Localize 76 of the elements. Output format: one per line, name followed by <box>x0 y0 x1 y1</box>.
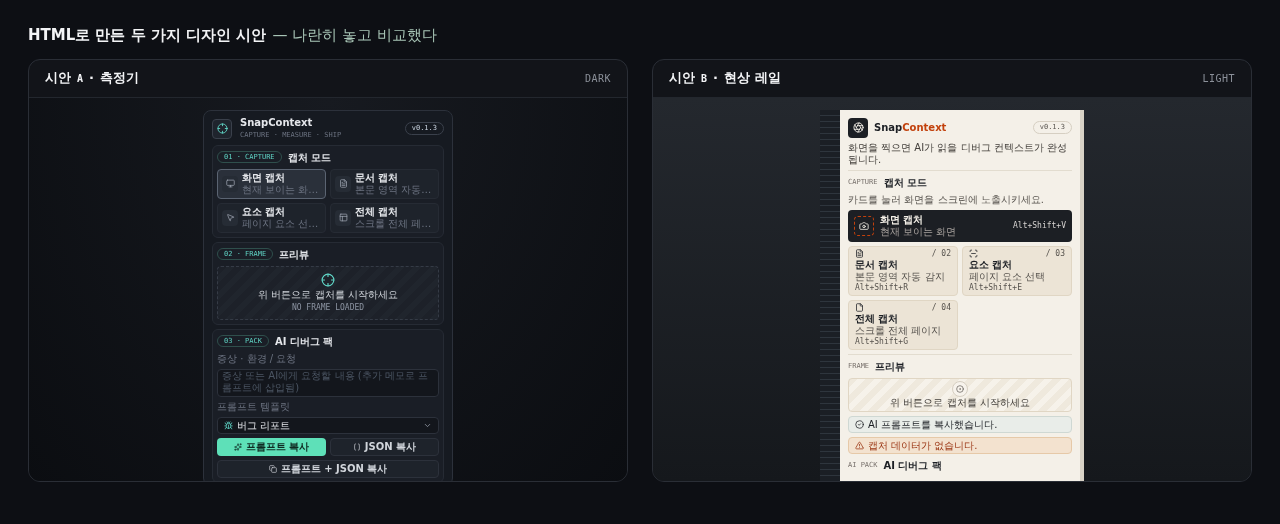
intro-text: 화면을 찍으면 AI가 읽을 디버그 컨텍스트가 완성됩니다. <box>848 141 1072 171</box>
copy-button[interactable]: 프롬프트 + JSON 복사 <box>217 459 439 478</box>
capture-mode-card[interactable]: 전체 캡처 스크롤 전체 페… <box>330 202 439 233</box>
page-heading: HTML로 만든 두 가지 디자인 시안 <box>28 25 267 46</box>
target-icon <box>952 380 968 397</box>
capture-mode-card[interactable]: / 02 문서 캡처 본문 영역 자동 감지 Alt+Shift+R <box>848 245 958 296</box>
camera-icon <box>854 215 874 236</box>
toast-message: AI 프롬프트를 복사했습니다. <box>848 415 1072 433</box>
app-name: SnapContext <box>874 121 948 135</box>
app-name: SnapContext <box>240 116 314 129</box>
button-icon <box>268 464 277 473</box>
mode-title: 전체 캡처 <box>855 312 900 325</box>
preview-message: 위 버튼으로 캡처를 시작하세요 <box>258 288 398 301</box>
capture-mode-card[interactable]: 문서 캡처 본문 영역 자동… <box>330 168 439 199</box>
shortcut-label: Alt+Shift+R <box>855 282 909 293</box>
capture-mode-card[interactable]: 요소 캡처 페이지 요소 선… <box>217 202 326 233</box>
mode-icon <box>222 175 238 192</box>
copy-button[interactable]: 프롬프트 복사 <box>217 437 326 456</box>
mode-icon <box>855 249 864 258</box>
mode-index: / 04 <box>931 302 951 313</box>
preview-status: NO FRAME LOADED <box>291 302 365 313</box>
preview-message: 위 버튼으로 캡처를 시작하세요 <box>890 396 1030 409</box>
mode-title: 문서 캡처 <box>355 171 400 184</box>
mode-title: 화면 캡처 <box>242 171 287 184</box>
section-title: 프리뷰 <box>279 247 310 262</box>
shortcut-label: Alt+Shift+G <box>855 336 909 347</box>
mode-icon <box>855 303 864 312</box>
field-label: 증상 · 환경 / 요청 <box>217 352 298 365</box>
mode-icon <box>335 175 351 192</box>
logo-icon <box>212 118 232 139</box>
check-circle-icon <box>855 419 864 429</box>
section-title: 캡처 모드 <box>287 150 332 165</box>
mode-index: / 02 <box>931 248 951 259</box>
button-icon <box>352 442 361 451</box>
mode-title: 문서 캡처 <box>855 258 900 271</box>
capture-hint: 카드를 눌러 화면을 스크린에 노출시키세요. <box>848 193 1045 206</box>
copy-button[interactable]: JSON 복사 <box>330 437 439 456</box>
mode-title: 요소 캡처 <box>969 258 1014 271</box>
capture-mode-card[interactable]: / 04 전체 캡처 스크롤 전체 페이지 Alt+Shift+G <box>848 299 958 350</box>
theme-label: LIGHT <box>1202 71 1235 86</box>
theme-label: DARK <box>584 71 611 86</box>
capture-mode-card[interactable]: / 03 요소 캡처 페이지 요소 선택 Alt+Shift+E <box>962 245 1072 296</box>
shortcut-label: Alt+Shift+E <box>969 282 1023 293</box>
field-label: 프롬프트 템플릿 <box>217 400 292 413</box>
shortcut-label: Alt+Shift+V <box>1013 219 1066 232</box>
mode-icon <box>222 209 238 226</box>
section-title: 프리뷰 <box>875 359 906 374</box>
section-title: 캡처 모드 <box>883 175 927 190</box>
mode-description: 페이지 요소 선택 <box>969 270 1047 283</box>
mode-description: 본문 영역 자동 감지 <box>855 270 946 283</box>
mode-index: / 03 <box>1045 248 1065 259</box>
mode-title: 화면 캡처 <box>880 213 925 226</box>
warning-icon <box>855 440 864 450</box>
logo-icon <box>848 117 868 138</box>
section-title: AI 디버그 팩 <box>883 458 942 473</box>
mode-title: 전체 캡처 <box>355 205 400 218</box>
mode-icon <box>969 249 978 258</box>
page-subheading: — 나란히 놓고 비교했다 <box>272 25 437 46</box>
mode-title: 요소 캡처 <box>242 205 287 218</box>
mode-description: 스크롤 전체 페이지 <box>855 324 943 337</box>
target-icon <box>321 272 335 287</box>
template-select[interactable]: 버그 리포트 <box>217 416 439 434</box>
mode-description: 페이지 요소 선… <box>242 217 319 230</box>
toast-message: 캡처 데이터가 없습니다. <box>848 436 1072 454</box>
mode-description: 본문 영역 자동… <box>355 183 432 196</box>
mode-description: 스크롤 전체 페… <box>355 217 432 230</box>
mode-description: 현재 보이는 화… <box>242 183 319 196</box>
mode-description: 현재 보이는 화면 <box>880 225 958 238</box>
panel-title: 시안 A · 측정기 <box>45 69 139 88</box>
panel-title: 시안 B · 현상 레일 <box>669 69 781 88</box>
capture-mode-card[interactable]: 화면 캡처 현재 보이는 화면 Alt+Shift+V <box>848 209 1072 242</box>
section-title: AI 디버그 팩 <box>274 334 334 349</box>
button-icon <box>233 442 242 451</box>
capture-mode-card[interactable]: 화면 캡처 현재 보이는 화… <box>217 168 326 199</box>
bug-icon <box>224 420 233 430</box>
mode-icon <box>335 209 351 226</box>
